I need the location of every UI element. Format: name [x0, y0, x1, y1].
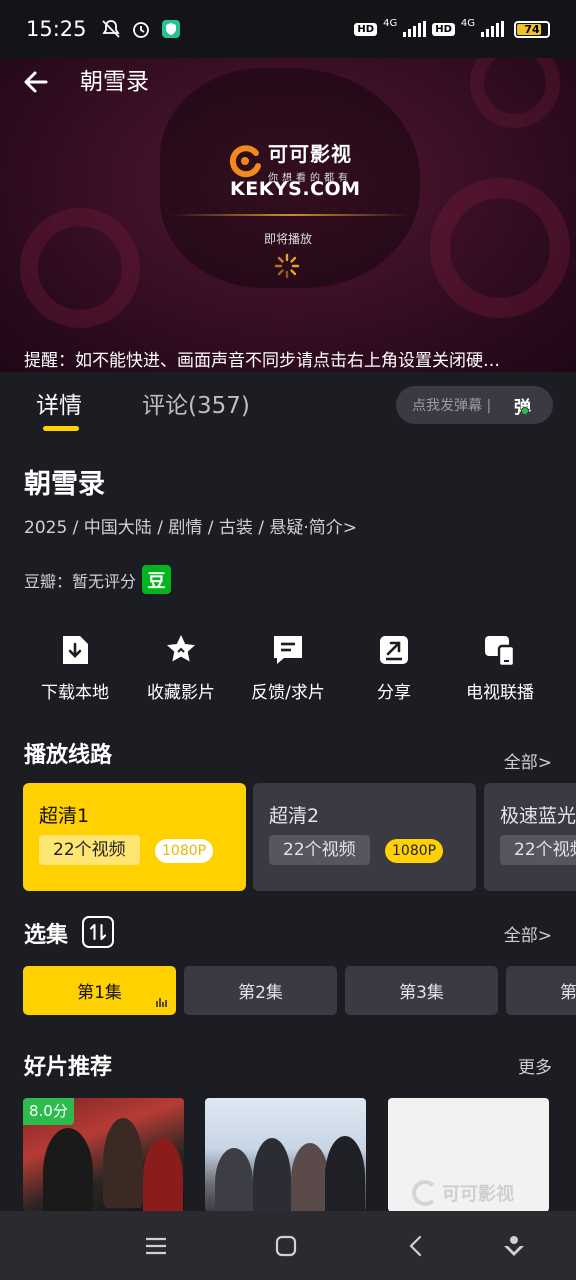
movie-meta[interactable]: 2025 / 中国大陆 / 剧情 / 古装 / 悬疑·简介>: [24, 513, 357, 538]
brand-domain: KEKYS.COM: [230, 178, 361, 200]
episode-4[interactable]: 第4集: [506, 966, 576, 1015]
recommend-title: 好片推荐: [24, 1055, 113, 1080]
hd-indicator: HD: [354, 22, 378, 36]
brand-logo-icon: [412, 1180, 438, 1206]
signal-icon: [403, 21, 427, 37]
feedback-button[interactable]: 反馈/求片: [233, 632, 343, 703]
douban-icon: 豆: [142, 565, 172, 594]
recommend-card-3[interactable]: 可可影视: [388, 1098, 549, 1212]
now-playing-icon: [156, 998, 167, 1007]
shield-icon: [161, 20, 180, 38]
episodes-more-link[interactable]: 全部>: [504, 921, 552, 946]
network-type: 4G: [383, 17, 398, 29]
signal-icon-2: [481, 21, 504, 37]
back-arrow-icon[interactable]: [20, 66, 52, 98]
share-button[interactable]: 分享: [339, 632, 449, 703]
resolution-badge: 1080P: [385, 839, 444, 863]
share-icon: [380, 636, 408, 664]
divider: [170, 214, 410, 216]
player-status: 即将播放: [263, 232, 312, 246]
action-row: 下载本地 收藏影片 反馈/求片 分享 电视联播: [0, 632, 576, 712]
episodes-title: 选集: [24, 923, 69, 948]
tv-cast-button[interactable]: 电视联播: [445, 632, 555, 703]
network-type-2: 4G: [460, 17, 475, 29]
recommend-card-2[interactable]: [205, 1098, 366, 1212]
line-card-3[interactable]: 极速蓝光 22个视频: [484, 783, 576, 891]
tab-comments[interactable]: 评论(357): [142, 386, 250, 420]
hd-indicator-2: HD: [432, 22, 455, 36]
system-nav-bar: [0, 1211, 576, 1280]
line-card-1[interactable]: 超清1 22个视频 1080P: [23, 783, 246, 891]
lines-title: 播放线路: [24, 743, 113, 768]
tab-details[interactable]: 详情: [36, 386, 82, 420]
tab-active-indicator: [43, 426, 79, 431]
douban-label: 豆瓣：暂无评分: [24, 571, 137, 591]
battery-level: 74: [524, 22, 540, 36]
episode-2[interactable]: 第2集: [184, 966, 337, 1015]
bell-off-icon: [101, 20, 120, 38]
feedback-icon: [274, 636, 302, 664]
sort-order-icon[interactable]: [82, 916, 114, 948]
lines-more-link[interactable]: 全部>: [504, 748, 552, 773]
danmu-placeholder: 点我发弹幕 |: [412, 398, 492, 414]
resolution-badge: 1080P: [155, 839, 214, 863]
brand-logo-icon: [229, 145, 261, 178]
star-icon: [167, 635, 195, 662]
player-title: 朝雪录: [80, 69, 149, 95]
battery-icon: 74: [514, 20, 550, 38]
placeholder-watermark: 可可影视: [412, 1180, 514, 1206]
tab-bar: 详情 评论(357) 点我发弹幕 | 弹: [0, 372, 576, 442]
status-icons-left: [101, 19, 181, 39]
download-icon: [63, 636, 88, 664]
episode-1[interactable]: 第1集: [23, 966, 176, 1015]
loading-spinner-icon: [274, 253, 300, 279]
status-icons-right: HD 4G HD 4G 74: [354, 18, 550, 41]
douban-rating: 豆瓣：暂无评分 豆: [24, 565, 172, 594]
favorite-button[interactable]: 收藏影片: [126, 632, 236, 703]
line-card-2[interactable]: 超清2 22个视频 1080P: [253, 783, 476, 891]
player-notice: 提醒：如不能快进、画面声音不同步请点击右上角设置关闭硬…: [24, 351, 500, 371]
rating-badge: 8.0分: [23, 1098, 74, 1125]
danmu-status-dot: [521, 407, 529, 415]
alarm-icon: [132, 22, 149, 38]
download-button[interactable]: 下载本地: [20, 632, 130, 703]
home-icon[interactable]: [271, 1231, 301, 1261]
assistant-icon[interactable]: [499, 1231, 529, 1261]
episode-3[interactable]: 第3集: [345, 966, 498, 1015]
danmu-input[interactable]: 点我发弹幕 | 弹: [396, 386, 553, 424]
status-time: 15:25: [26, 17, 87, 41]
menu-icon[interactable]: [141, 1231, 171, 1261]
movie-title: 朝雪录: [24, 469, 105, 500]
brand-name: 可可影视: [268, 142, 352, 166]
back-icon[interactable]: [401, 1231, 431, 1261]
status-bar: 15:25 HD 4G HD 4G 74: [0, 0, 576, 58]
recommend-card-1[interactable]: 8.0分: [23, 1098, 184, 1212]
tv-cast-icon: [485, 636, 516, 668]
recommend-more-link[interactable]: 更多: [518, 1053, 552, 1078]
